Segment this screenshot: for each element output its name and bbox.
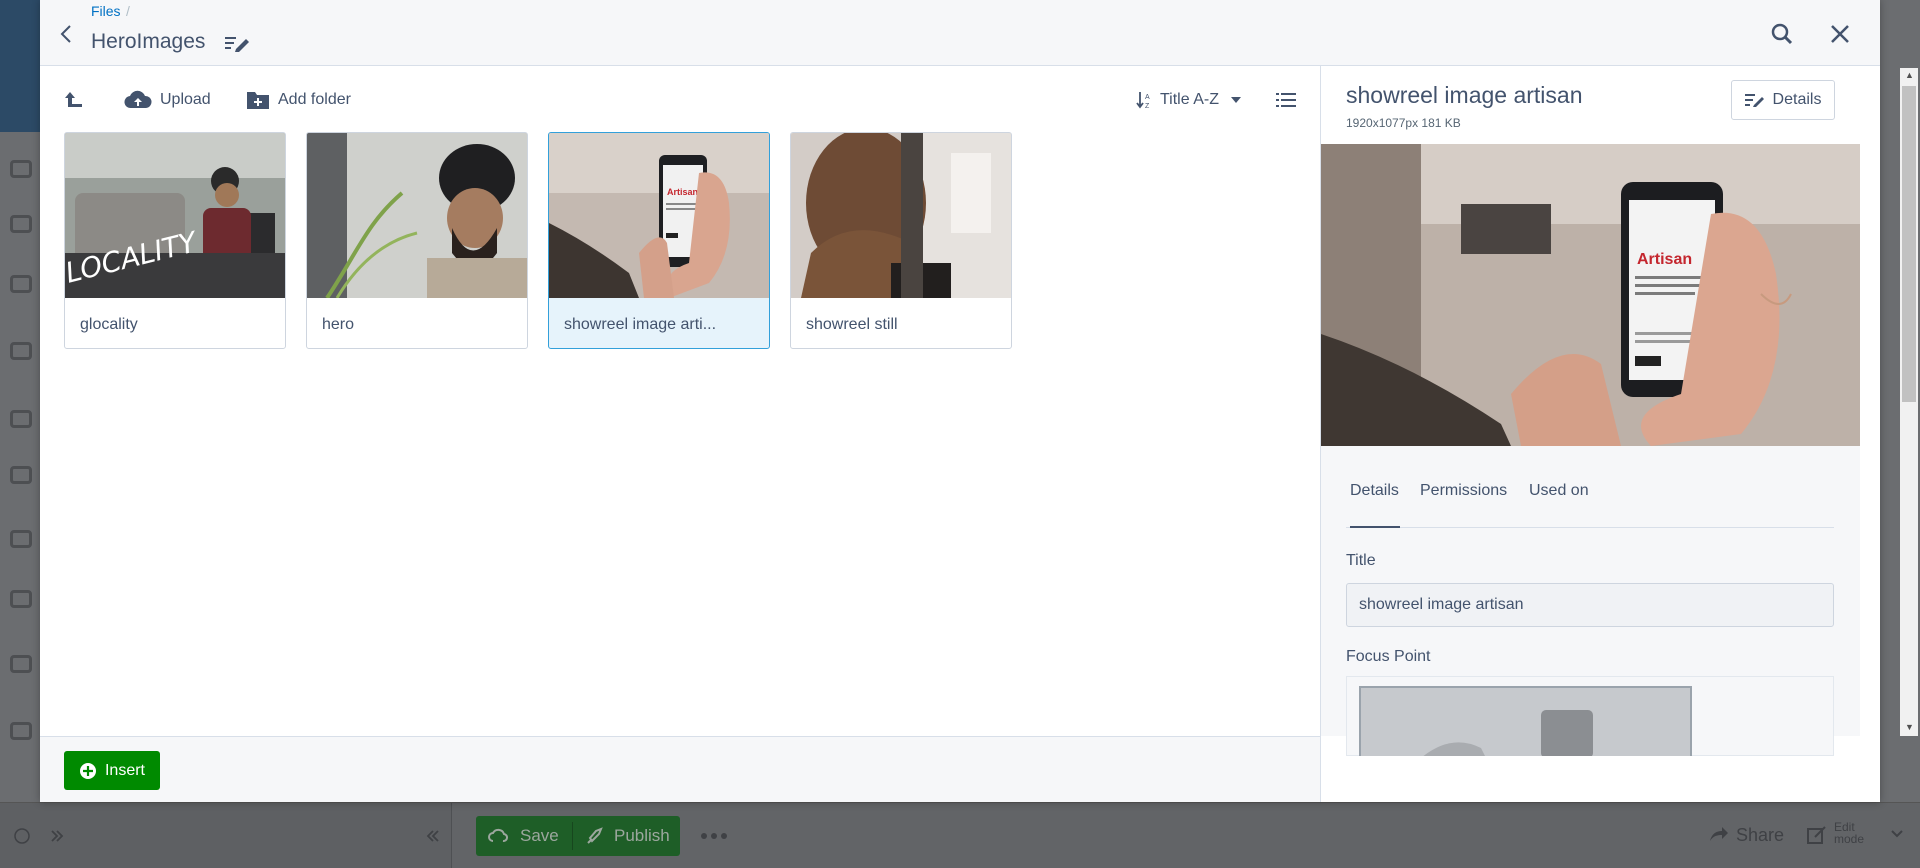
tab-details[interactable]: Details <box>1350 482 1400 528</box>
chevron-down-icon <box>1891 830 1903 838</box>
collapse-icon <box>426 830 439 842</box>
file-thumbnail <box>791 133 1011 298</box>
file-thumbnail: LOCALITY <box>65 133 285 298</box>
background-sidebar-footer <box>0 803 452 868</box>
edit-title-icon <box>225 37 249 52</box>
sort-label: Title A-Z <box>1160 91 1219 108</box>
details-image-preview: Artisan <box>1321 144 1860 446</box>
file-label: glocality <box>80 316 138 333</box>
details-file-title: showreel image artisan <box>1346 82 1583 108</box>
svg-text:Artisan: Artisan <box>1637 251 1692 268</box>
scrollbar-thumb[interactable] <box>1902 86 1916 402</box>
cloud-upload-icon <box>124 90 152 109</box>
details-button-label: Details <box>1772 91 1822 108</box>
modal-header: Files / HeroImages <box>40 0 1880 66</box>
rename-folder-button[interactable] <box>222 30 252 56</box>
scroll-up-icon[interactable]: ▲ <box>1905 70 1914 80</box>
file-tile-hero[interactable]: hero <box>306 132 528 349</box>
breadcrumb-separator: / <box>126 3 130 19</box>
background-nav-icon <box>10 655 32 673</box>
media-picker-modal: Files / HeroImages Upload Add folder A Z… <box>40 0 1918 802</box>
upload-button[interactable]: Upload <box>124 86 211 114</box>
more-options-icon <box>701 833 727 839</box>
insert-button[interactable]: Insert <box>64 751 160 790</box>
background-nav-icon <box>10 215 32 233</box>
file-thumbnail <box>307 133 527 298</box>
breadcrumb-files[interactable]: Files <box>91 3 121 19</box>
back-button[interactable] <box>54 20 78 48</box>
file-thumbnail: Artisan <box>549 133 769 298</box>
tab-used-on[interactable]: Used on <box>1529 482 1589 528</box>
file-tile-glocality[interactable]: LOCALITY glocality <box>64 132 286 349</box>
insert-label: Insert <box>104 761 145 779</box>
close-button[interactable] <box>1824 18 1856 50</box>
details-tabs: Details Permissions Used on <box>1346 468 1834 528</box>
details-file-meta: 1920x1077px 181 KB <box>1346 116 1461 130</box>
add-folder-button[interactable]: Add folder <box>246 86 351 114</box>
background-nav-icon <box>10 466 32 484</box>
share-icon <box>1710 827 1728 841</box>
folder-title: HeroImages <box>91 30 206 53</box>
add-folder-label: Add folder <box>278 91 351 108</box>
plus-circle-icon <box>79 762 96 779</box>
background-nav-icon <box>10 410 32 428</box>
svg-text:A: A <box>1145 94 1150 101</box>
background-nav-icon <box>10 530 32 548</box>
focus-point-picker[interactable] <box>1346 676 1834 756</box>
details-button[interactable]: Details <box>1731 80 1835 120</box>
background-nav-icon <box>10 722 32 740</box>
sort-icon: AZ <box>1136 92 1150 110</box>
expand-icon <box>51 830 64 842</box>
background-nav-icon <box>10 160 32 178</box>
upload-label: Upload <box>160 91 211 108</box>
list-view-icon <box>1276 93 1296 107</box>
caret-down-icon <box>1230 97 1241 103</box>
svg-text:Z: Z <box>1145 103 1150 110</box>
title-field[interactable] <box>1346 583 1834 627</box>
upload-arrow-icon <box>65 92 82 107</box>
focus-point-label: Focus Point <box>1346 648 1431 665</box>
scroll-down-icon[interactable]: ▼ <box>1905 722 1914 732</box>
add-folder-icon <box>247 92 269 109</box>
background-nav-icon <box>10 342 32 360</box>
file-toolbar: Upload Add folder AZ Title A-Z <box>40 66 1320 130</box>
status-circle-icon <box>14 828 30 844</box>
edit-icon <box>1744 94 1764 107</box>
background-share-label: Share <box>1736 825 1785 845</box>
file-label: hero <box>322 316 355 333</box>
search-icon <box>1771 23 1793 45</box>
file-details-panel: showreel image artisan 1920x1077px 181 K… <box>1320 66 1880 802</box>
title-field-label: Title <box>1346 552 1376 569</box>
back-icon <box>60 25 71 43</box>
file-tile-showreel-image-artisan[interactable]: Artisan showreel image arti... <box>548 132 770 349</box>
file-tile-showreel-still[interactable]: showreel still <box>790 132 1012 349</box>
svg-text:Artisan: Artisan <box>667 187 698 197</box>
file-label: showreel image arti... <box>564 316 717 333</box>
background-edit-mode-label: Edit mode <box>1834 820 1865 846</box>
background-brand-area <box>0 0 40 132</box>
file-label: showreel still <box>806 316 898 333</box>
background-sidebar <box>0 0 40 868</box>
focus-point-image <box>1359 686 1692 756</box>
close-icon <box>1831 25 1849 43</box>
background-save-label: Save <box>520 826 559 845</box>
background-nav-icon <box>10 275 32 293</box>
background-publish-label: Publish <box>614 826 670 845</box>
rocket-icon <box>587 827 603 844</box>
up-level-button[interactable] <box>64 86 92 114</box>
background-action-bar <box>0 802 1920 868</box>
background-save-publish-group: Save Publish <box>476 816 680 856</box>
details-scrollbar[interactable]: ▲ ▼ <box>1900 68 1918 736</box>
background-nav-icon <box>10 590 32 608</box>
sort-dropdown[interactable]: AZ Title A-Z <box>1136 86 1249 114</box>
tab-permissions[interactable]: Permissions <box>1420 482 1507 528</box>
search-button[interactable] <box>1766 18 1798 50</box>
list-view-button[interactable] <box>1276 86 1304 114</box>
edit-mode-icon <box>1807 826 1826 844</box>
cloud-save-icon <box>488 828 508 842</box>
